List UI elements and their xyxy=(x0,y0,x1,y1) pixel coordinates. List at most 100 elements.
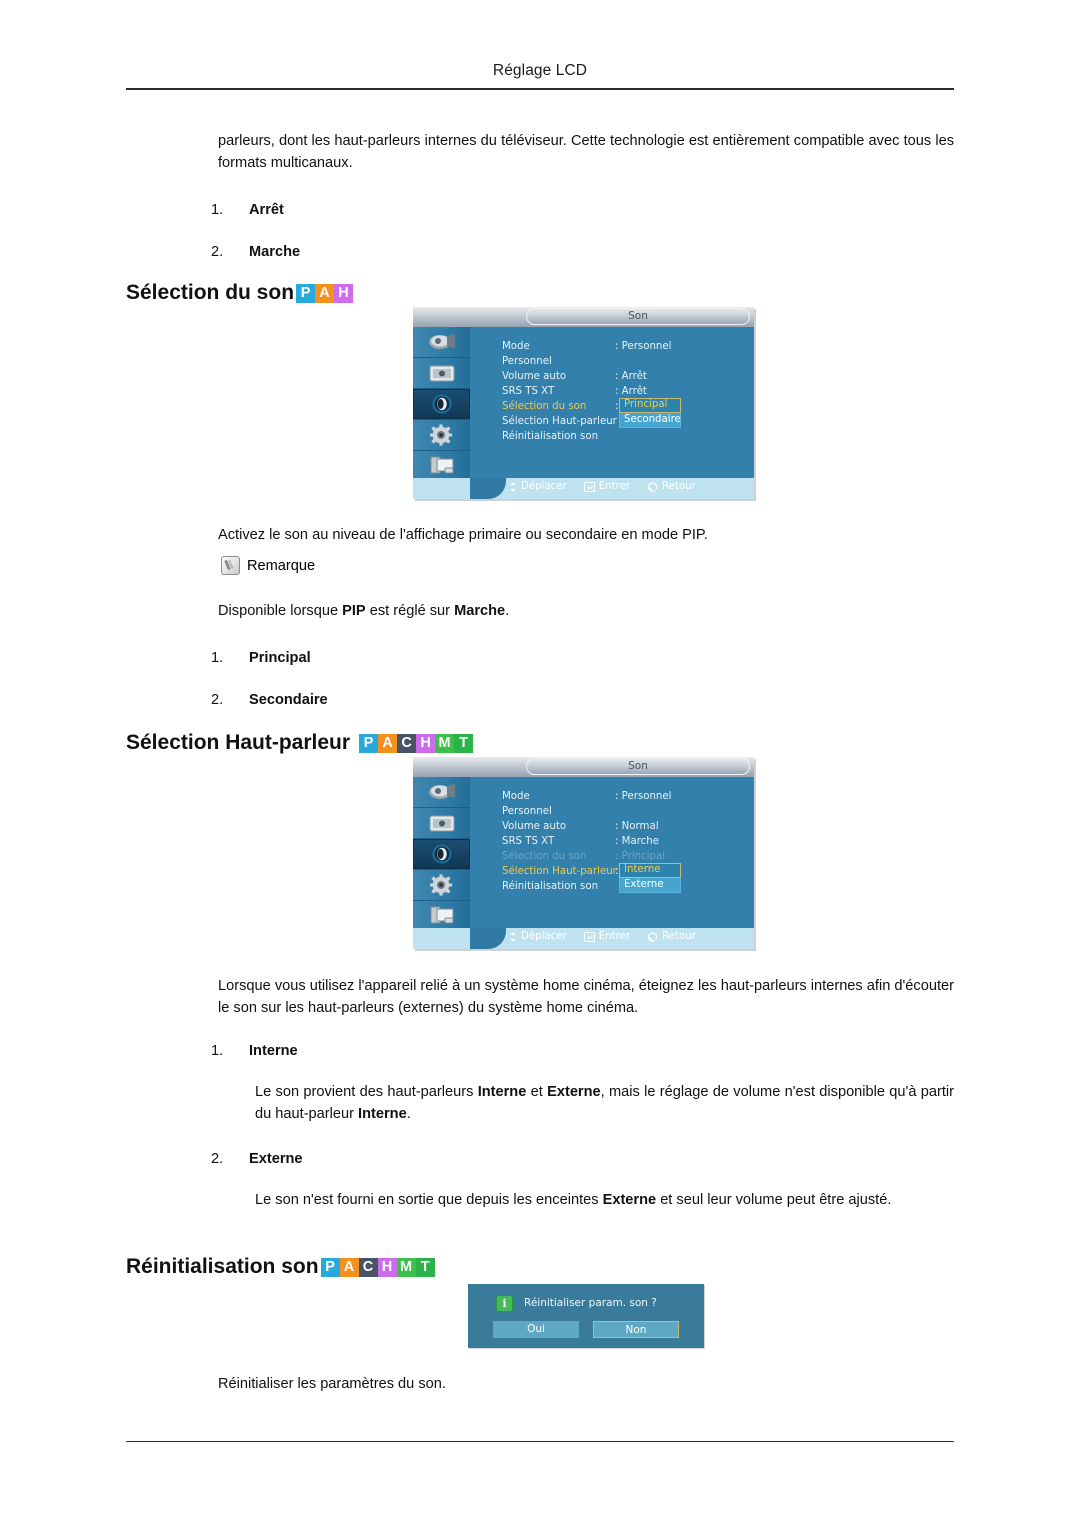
list-item: 2. Marche xyxy=(211,241,300,263)
osd-row-value: : Normal xyxy=(615,821,659,832)
osd-row-label[interactable]: Volume auto xyxy=(502,371,566,382)
osd-key-label: Entrer xyxy=(598,931,631,942)
heading-text: Sélection Haut-parleur xyxy=(126,731,351,754)
model-badge-p: P xyxy=(359,733,379,753)
osd-row-value: : Personnel xyxy=(615,341,672,352)
list-item-label: Arrêt xyxy=(249,202,284,218)
osd-icon-input-source[interactable] xyxy=(413,777,470,808)
osd-menu-list: Mode : Personnel Personnel Volume auto :… xyxy=(470,777,754,928)
osd-key-label: Retour xyxy=(662,931,696,942)
list-item: 2. Secondaire xyxy=(211,689,328,711)
osd-key-label: Déplacer xyxy=(521,931,567,942)
osd-row-value: : xyxy=(615,401,619,412)
osd-dropdown: Interne Externe xyxy=(619,863,681,892)
osd-sidebar xyxy=(413,777,470,949)
desc-part-1: Le son provient des haut-parleurs xyxy=(255,1084,478,1100)
osd-row-label[interactable]: Sélection Haut-parleur xyxy=(502,416,617,427)
note-remarque: Remarque xyxy=(221,556,315,575)
reset-confirm-message: Réinitialiser param. son ? xyxy=(524,1297,657,1309)
list-item: 1. Arrêt xyxy=(211,199,284,221)
osd-row-label-selected[interactable]: Sélection du son xyxy=(502,401,586,412)
reset-description: Réinitialiser les paramètres du son. xyxy=(218,1376,446,1392)
note-body: Disponible lorsque PIP est réglé sur Mar… xyxy=(218,600,954,622)
model-badge-p: P xyxy=(296,283,316,303)
osd-row-label[interactable]: Volume auto xyxy=(502,821,566,832)
osd-dropdown-option-selected[interactable]: Interne xyxy=(619,863,681,878)
desc-part-4: . xyxy=(406,1106,411,1122)
model-badge-t: T xyxy=(454,733,474,753)
heading-text: Sélection du son xyxy=(126,281,295,304)
osd-key-label: Déplacer xyxy=(521,481,567,492)
document-page: Réglage LCD parleurs, dont les haut-parl… xyxy=(0,0,1080,1527)
intro-paragraph: parleurs, dont les haut-parleurs interne… xyxy=(218,133,954,171)
model-badge-p: P xyxy=(320,1257,340,1277)
osd-row-label[interactable]: SRS TS XT xyxy=(502,386,554,397)
osd-icon-input-source[interactable] xyxy=(413,327,470,358)
desc-bold-3: Interne xyxy=(358,1106,407,1122)
model-badge-m: M xyxy=(396,1257,416,1277)
osd-key-enter: Entrer xyxy=(583,481,631,492)
osd-sound-selection: Son Mode: Personnel Personnel Volume au… xyxy=(413,307,754,499)
model-badge-a: A xyxy=(315,283,335,303)
osd-icon-setup-gear[interactable] xyxy=(413,870,470,901)
osd-hint-curve xyxy=(470,478,506,499)
model-badge-h: H xyxy=(334,283,354,303)
osd-titlebar: Son xyxy=(413,757,754,777)
osd-row-value: : Arrêt xyxy=(615,386,647,397)
osd-icon-picture[interactable] xyxy=(413,808,470,839)
list-item-label: Secondaire xyxy=(249,692,328,708)
return-icon xyxy=(647,931,658,942)
osd-row-value-disabled: : Principal xyxy=(615,851,666,862)
osd-row-label[interactable]: Personnel xyxy=(502,356,552,367)
osd-title: Son xyxy=(628,760,648,772)
osd-row-value: : Marche xyxy=(615,836,659,847)
desc-bold-1: Externe xyxy=(602,1192,657,1208)
osd-key-label: Entrer xyxy=(598,481,631,492)
heading-selection-du-son: Sélection du son P A H xyxy=(126,281,354,305)
osd-dropdown-option-selected[interactable]: Principal xyxy=(619,398,681,413)
note-body-part-3: . xyxy=(505,603,510,619)
footer-divider xyxy=(126,1441,954,1442)
osd-row-label[interactable]: Personnel xyxy=(502,806,552,817)
osd-icon-picture[interactable] xyxy=(413,358,470,389)
note-body-part-1: Disponible lorsque xyxy=(218,603,343,619)
model-badges: P A H xyxy=(296,283,354,303)
sound-selection-description: Activez le son au niveau de l'affichage … xyxy=(218,524,954,546)
reset-no-button[interactable]: Non xyxy=(593,1321,679,1338)
heading-selection-haut-parleur: Sélection Haut-parleur P A C H M T xyxy=(126,731,474,755)
model-badge-c: C xyxy=(358,1257,378,1277)
list-item-number: 1. xyxy=(211,650,224,666)
osd-dropdown-option[interactable]: Secondaire xyxy=(620,413,681,427)
osd-icon-sound[interactable] xyxy=(413,389,470,420)
osd-hint-curve xyxy=(470,928,506,949)
osd-title-pill: Son xyxy=(526,758,750,775)
osd-row-label[interactable]: Réinitialisation son xyxy=(502,431,598,442)
desc-bold-1: Interne xyxy=(477,1084,527,1100)
option-externe-description: Le son n'est fourni en sortie que depuis… xyxy=(255,1189,954,1211)
osd-icon-setup-gear[interactable] xyxy=(413,420,470,451)
osd-icon-sound[interactable] xyxy=(413,839,470,870)
osd-row-label[interactable]: SRS TS XT xyxy=(502,836,554,847)
model-badge-a: A xyxy=(339,1257,359,1277)
osd-dropdown-option[interactable]: Externe xyxy=(620,878,680,892)
osd-hint-bar: Déplacer Entrer Retour xyxy=(413,478,754,499)
model-badges: P A C H M T xyxy=(359,733,474,753)
osd-speaker-selection: Son Mode: Personnel Personnel Volume au… xyxy=(413,757,754,949)
list-item-label: Interne xyxy=(249,1043,298,1059)
list-item: 2. Externe xyxy=(211,1148,303,1170)
model-badge-m: M xyxy=(435,733,455,753)
osd-title: Son xyxy=(628,310,648,322)
osd-row-value: : Personnel xyxy=(615,791,672,802)
desc-part-2: et xyxy=(526,1084,548,1100)
model-badge-h: H xyxy=(416,733,436,753)
osd-row-label[interactable]: Mode xyxy=(502,791,530,802)
reset-yes-button[interactable]: Oui xyxy=(493,1321,579,1338)
heading-text: Réinitialisation son xyxy=(126,1255,319,1278)
note-label: Remarque xyxy=(247,557,316,574)
list-item: 1. Principal xyxy=(211,647,311,669)
osd-row-label-selected[interactable]: Sélection Haut-parleur xyxy=(502,866,617,877)
list-item-number: 2. xyxy=(211,692,224,708)
osd-row-label[interactable]: Réinitialisation son xyxy=(502,881,598,892)
osd-row-label[interactable]: Mode xyxy=(502,341,530,352)
sound-selection-description-text: Activez le son au niveau de l'affichage … xyxy=(218,527,708,543)
